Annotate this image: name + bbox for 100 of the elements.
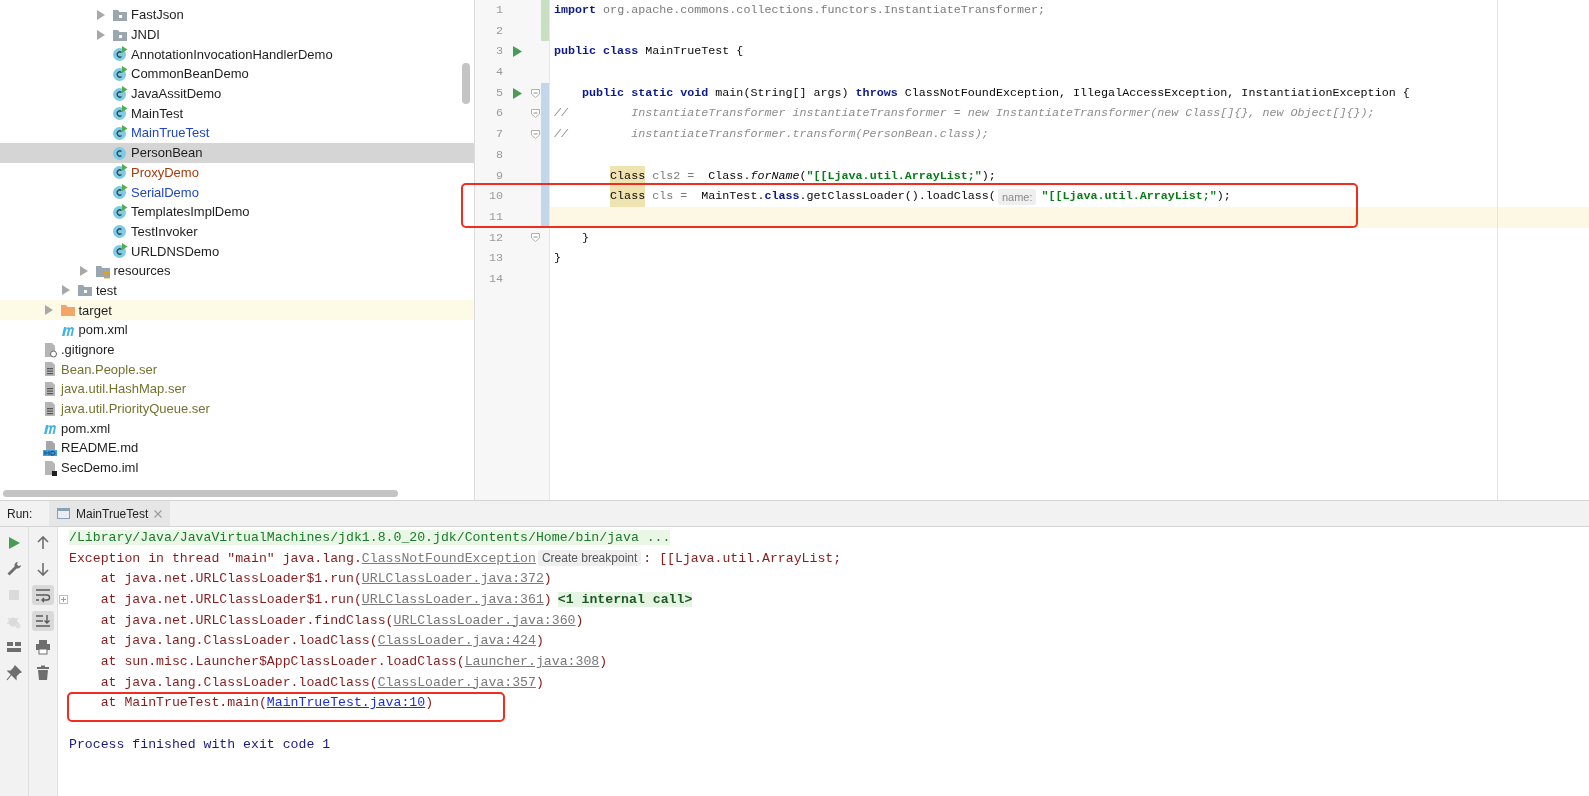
play-icon[interactable] bbox=[6, 535, 22, 551]
tree-item-label[interactable]: JNDI bbox=[131, 27, 160, 43]
expand-icon[interactable] bbox=[59, 594, 68, 604]
class-icon bbox=[112, 105, 128, 122]
tree-item-label[interactable]: JavaAssitDemo bbox=[131, 86, 222, 102]
tree-item-label[interactable]: pom.xml bbox=[78, 322, 128, 338]
internal-call-fold[interactable]: <1 internal call> bbox=[557, 591, 693, 607]
code-text: // InstantiateTransformer instantiateTransformer = new InstantiateTransformer(new Class[]{}, new Object[]{}); bbox=[554, 105, 1375, 123]
source-link[interactable]: ClassLoader.java:424 bbox=[377, 633, 536, 649]
code-text: ( bbox=[799, 167, 807, 185]
scrollbar-thumb[interactable] bbox=[462, 63, 470, 104]
tree-item-label[interactable]: TemplatesImplDemo bbox=[131, 204, 250, 220]
error-text: ) bbox=[543, 571, 552, 587]
tree-item-label[interactable]: test bbox=[96, 282, 117, 298]
selected-row[interactable]: PersonBean bbox=[0, 142, 474, 163]
change-marker[interactable] bbox=[541, 165, 549, 187]
tree-item-label[interactable]: SecDemo.iml bbox=[61, 460, 139, 476]
code-text: cls = bbox=[651, 188, 688, 206]
tree-item-label[interactable]: TestInvoker bbox=[131, 223, 198, 239]
change-marker[interactable] bbox=[541, 0, 549, 21]
code-text: throws bbox=[855, 84, 898, 102]
tree-item-label[interactable]: MainTrueTest bbox=[131, 125, 210, 141]
pin-icon[interactable] bbox=[6, 665, 22, 681]
code-text: main(String[] args) bbox=[714, 84, 850, 102]
exit-message: Process finished with exit code 1 bbox=[69, 736, 331, 752]
up-arrow-icon[interactable] bbox=[35, 535, 51, 551]
tree-item-label[interactable]: PersonBean bbox=[131, 145, 203, 161]
error-text: ) bbox=[535, 633, 544, 649]
fold-icon[interactable] bbox=[530, 88, 540, 98]
source-link[interactable]: MainTrueTest.java:10 bbox=[266, 695, 426, 711]
class-icon bbox=[112, 65, 128, 82]
line-number: 6 bbox=[495, 105, 504, 123]
change-marker[interactable] bbox=[541, 186, 549, 207]
printer-icon[interactable] bbox=[35, 639, 51, 655]
parameter-hint: name: bbox=[997, 188, 1037, 205]
fold-icon[interactable] bbox=[530, 129, 540, 139]
scrollbar-thumb[interactable] bbox=[3, 490, 398, 497]
code-text: class bbox=[764, 188, 800, 206]
breakpoint-hint[interactable]: Create breakpoint bbox=[537, 549, 642, 566]
tree-item-label[interactable]: MainTest bbox=[131, 105, 184, 121]
source-link[interactable]: URLClassLoader.java:361 bbox=[361, 591, 544, 607]
error-text: at java.net.URLClassLoader$1.run( bbox=[99, 591, 362, 607]
source-link[interactable]: URLClassLoader.java:372 bbox=[361, 571, 544, 587]
change-marker[interactable] bbox=[541, 20, 549, 42]
wrench-icon[interactable] bbox=[6, 561, 22, 577]
close-icon[interactable] bbox=[154, 509, 163, 518]
highlighted-row[interactable]: target bbox=[0, 300, 474, 320]
line-number: 4 bbox=[495, 64, 504, 82]
tree-item-label[interactable]: AnnotationInvocationHandlerDemo bbox=[131, 46, 333, 62]
run-icon[interactable] bbox=[512, 46, 522, 58]
folder-icon bbox=[77, 282, 93, 299]
source-link[interactable]: ClassNotFoundException bbox=[361, 550, 536, 566]
line-number: 5 bbox=[495, 84, 504, 102]
folder-icon bbox=[59, 302, 76, 319]
file-icon bbox=[42, 380, 58, 397]
expand-arrow-icon[interactable] bbox=[96, 29, 105, 40]
error-text: ) bbox=[599, 653, 608, 669]
tree-item-label[interactable]: ProxyDemo bbox=[131, 164, 199, 180]
tree-item-label[interactable]: pom.xml bbox=[61, 420, 111, 436]
error-text: ) bbox=[575, 612, 584, 628]
run-icon[interactable] bbox=[512, 87, 522, 99]
tree-item-label[interactable]: .gitignore bbox=[61, 342, 115, 358]
line-number: 9 bbox=[495, 167, 504, 185]
tree-item-label[interactable]: README.md bbox=[61, 440, 139, 456]
source-link[interactable]: URLClassLoader.java:360 bbox=[393, 612, 576, 628]
layout-icon[interactable] bbox=[6, 639, 22, 655]
console-icon bbox=[57, 508, 70, 519]
expand-arrow-icon[interactable] bbox=[43, 305, 53, 316]
tree-item-label[interactable]: target bbox=[78, 302, 112, 318]
tree-item-label[interactable]: java.util.PriorityQueue.ser bbox=[61, 401, 210, 417]
line-number: 12 bbox=[487, 229, 504, 247]
expand-arrow-icon[interactable] bbox=[61, 285, 70, 296]
code-text: org.apache.commons.collections.functors.InstantiateTransformer; bbox=[602, 2, 1045, 19]
run-tab[interactable]: MainTrueTest bbox=[49, 501, 171, 526]
file-icon bbox=[42, 439, 58, 456]
expand-arrow-icon[interactable] bbox=[96, 9, 105, 20]
tree-item-label[interactable]: FastJson bbox=[131, 7, 184, 23]
expand-arrow-icon[interactable] bbox=[78, 265, 88, 276]
change-marker[interactable] bbox=[541, 82, 549, 104]
tree-item-label[interactable]: java.util.HashMap.ser bbox=[61, 381, 186, 397]
tree-item-label[interactable]: SerialDemo bbox=[131, 184, 199, 200]
fold-icon[interactable] bbox=[530, 109, 540, 119]
line-number: 13 bbox=[487, 250, 504, 268]
code-text: } bbox=[554, 250, 561, 268]
down-arrow-icon[interactable] bbox=[35, 561, 51, 577]
class-icon bbox=[112, 46, 128, 63]
tree-item-label[interactable]: Bean.People.ser bbox=[61, 361, 158, 377]
change-marker[interactable] bbox=[541, 206, 549, 228]
source-link[interactable]: ClassLoader.java:357 bbox=[377, 674, 536, 690]
error-text: at java.lang.ClassLoader.loadClass( bbox=[99, 674, 378, 690]
source-link[interactable]: Launcher.java:308 bbox=[464, 653, 600, 669]
tree-item-label[interactable]: URLDNSDemo bbox=[131, 243, 220, 259]
tree-item-label[interactable]: CommonBeanDemo bbox=[131, 66, 249, 82]
fold-icon[interactable] bbox=[530, 233, 540, 243]
run-label: Run: bbox=[6, 506, 34, 521]
code-text: public static void bbox=[581, 84, 709, 102]
tree-item-label[interactable]: resources bbox=[113, 263, 171, 279]
error-text: at sun.misc.Launcher$AppClassLoader.loadClass( bbox=[99, 653, 465, 669]
error-text: : [[Ljava.util.ArrayList; bbox=[643, 550, 842, 566]
trash-icon[interactable] bbox=[35, 665, 51, 681]
